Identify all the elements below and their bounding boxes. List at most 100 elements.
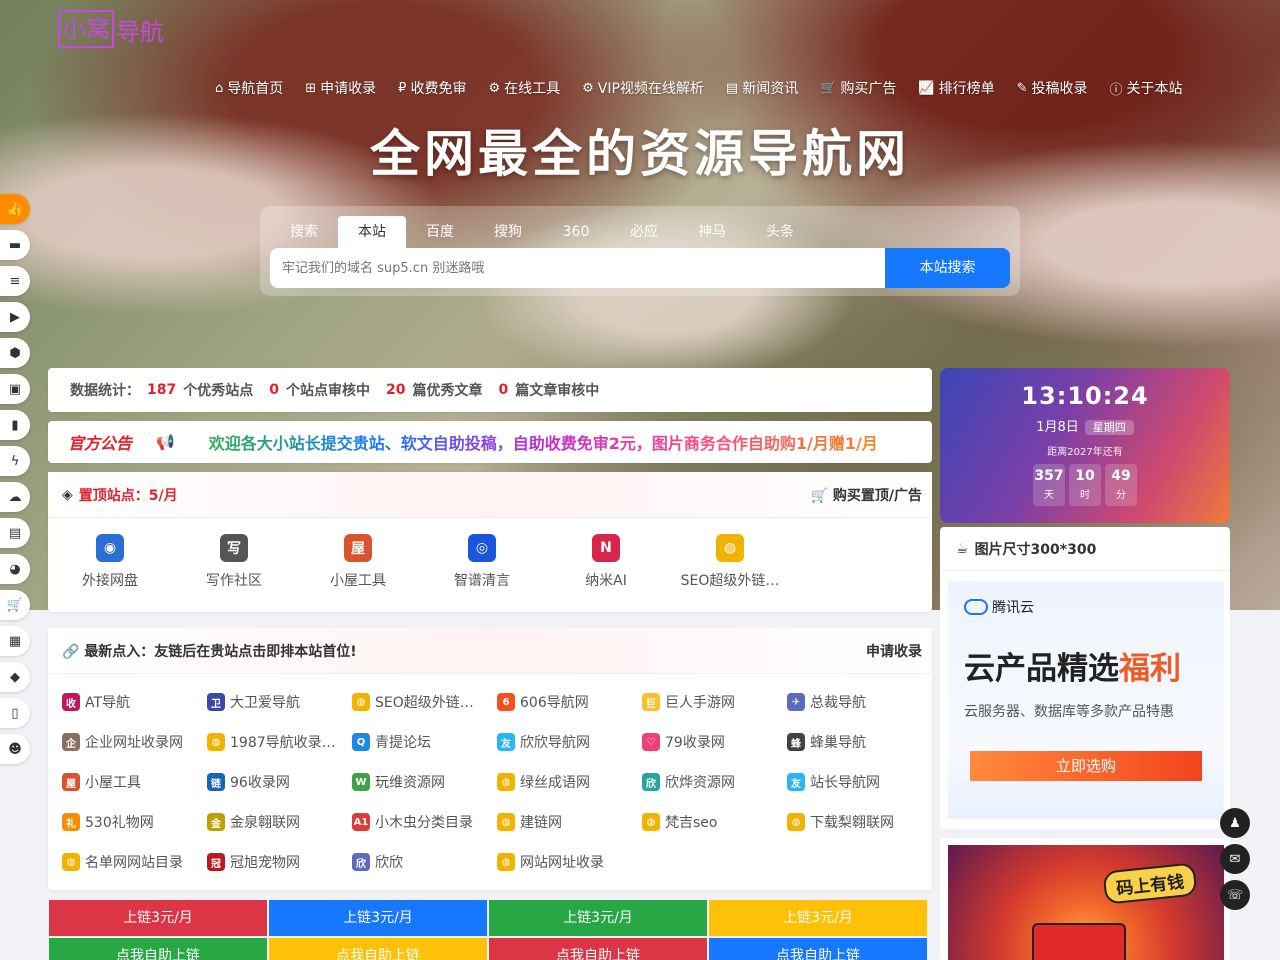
nav-item-2[interactable]: ₽ 收费免审 <box>398 78 466 98</box>
database-icon[interactable]: ≡ <box>0 266 30 296</box>
bookmark-icon[interactable]: ▮ <box>0 410 30 440</box>
tencent-cloud-ad[interactable]: 腾讯云 云产品精选福利 云服务器、数据库等多款产品特惠 立即选购 <box>948 581 1224 819</box>
cart-icon: 🛒 <box>820 80 837 96</box>
ad-button[interactable]: 上链3元/月 <box>709 900 927 936</box>
logo-text: 导航 <box>116 17 164 46</box>
site-logo[interactable]: 小窝 导航 <box>58 8 172 50</box>
latest-site-item[interactable]: 收 AT导航 <box>62 682 207 722</box>
ad-button[interactable]: 点我自助上链 <box>489 938 707 960</box>
ad-button[interactable]: 上链3元/月 <box>269 900 487 936</box>
latest-site-item[interactable]: W 玩维资源网 <box>352 762 497 802</box>
bolt-icon[interactable]: ϟ <box>0 446 30 476</box>
document-icon[interactable]: ▤ <box>0 518 30 548</box>
top-site-item[interactable]: ◉ 外接网盘 <box>48 534 172 590</box>
youtube-icon[interactable]: ▶ <box>0 302 30 332</box>
ad-button[interactable]: 上链3元/月 <box>49 900 267 936</box>
cloud-icon[interactable]: ☁ <box>0 482 30 512</box>
latest-site-item[interactable]: ◍ 梵吉seo <box>642 802 787 842</box>
search-tab-4[interactable]: 360 <box>542 216 610 248</box>
search-tab-6[interactable]: 神马 <box>678 216 746 248</box>
latest-site-item[interactable]: ◍ 名单网网站目录 <box>62 842 207 882</box>
home-icon: ⌂ <box>215 80 224 96</box>
search-tab-7[interactable]: 头条 <box>746 216 814 248</box>
latest-site-item[interactable]: 欣欣烨资源网 <box>642 762 787 802</box>
latest-site-item[interactable]: 卫大卫爱导航 <box>207 682 352 722</box>
buy-now-button[interactable]: 立即选购 <box>970 751 1202 781</box>
nav-item-label: 申请收录 <box>320 81 377 97</box>
latest-site-item[interactable]: 欣欣欣 <box>352 842 497 882</box>
latest-site-item[interactable]: 巨巨人手游网 <box>642 682 787 722</box>
latest-site-item[interactable]: 冠冠旭宠物网 <box>207 842 352 882</box>
ad-button[interactable]: 点我自助上链 <box>709 938 927 960</box>
ad-button[interactable]: 点我自助上链 <box>49 938 267 960</box>
latest-site-item[interactable]: ✈ 总裁导航 <box>787 682 932 722</box>
search-tab-0[interactable]: 搜索 <box>270 216 338 248</box>
image-icon[interactable]: ▣ <box>0 374 30 404</box>
clipboard-icon[interactable]: ▦ <box>0 626 30 656</box>
latest-site-item[interactable]: 友欣欣导航网 <box>497 722 642 762</box>
search-tab-1[interactable]: 本站 <box>338 216 406 248</box>
buy-top-link[interactable]: 🛒 购买置顶/广告 <box>811 485 922 505</box>
mail-icon[interactable]: ✉ <box>1220 844 1250 874</box>
latest-site-item[interactable]: ◍ 绿丝成语网 <box>497 762 642 802</box>
latest-site-item[interactable]: 屋小屋工具 <box>62 762 207 802</box>
top-site-item[interactable]: 写写作社区 <box>172 534 296 590</box>
wechat-icon[interactable]: ☏ <box>1220 880 1250 910</box>
promo-banner[interactable]: 码上有钱 <box>948 845 1224 960</box>
latest-site-label: 79收录网 <box>665 735 725 751</box>
latest-site-item[interactable]: ♡ 79收录网 <box>642 722 787 762</box>
top-site-item[interactable]: ◎ 智谱清言 <box>420 534 544 590</box>
latest-site-item[interactable]: ◍ 网站网址收录 <box>497 842 642 882</box>
latest-site-item[interactable]: 蜂蜂巢导航 <box>787 722 932 762</box>
gamepad-icon[interactable]: ◆ <box>0 662 30 692</box>
search-input[interactable] <box>270 248 886 288</box>
latest-site-item[interactable]: 金金泉翱联网 <box>207 802 352 842</box>
nav-item-1[interactable]: ⊞ 申请收录 <box>305 78 376 98</box>
book-icon[interactable]: ▯ <box>0 698 30 728</box>
ad-button[interactable]: 点我自助上链 <box>269 938 487 960</box>
latest-site-item[interactable]: 友站长导航网 <box>787 762 932 802</box>
file-icon[interactable]: ▬ <box>0 230 30 260</box>
qq-icon[interactable]: ♟ <box>1220 808 1250 838</box>
apply-link[interactable]: 申请收录 <box>866 641 922 661</box>
latest-site-item[interactable]: 链 96收录网 <box>207 762 352 802</box>
latest-site-item[interactable]: ◍ SEO超级外链… <box>352 682 497 722</box>
latest-site-item[interactable]: Q 青提论坛 <box>352 722 497 762</box>
site-favicon-icon: 礼 <box>62 813 80 831</box>
site-favicon-icon: ◉ <box>96 534 124 562</box>
thumbs-up-icon[interactable]: 👍 <box>0 194 30 224</box>
nav-item-5[interactable]: ▤ 新闻资讯 <box>726 78 798 98</box>
latest-site-item[interactable]: ◍ 1987导航收录… <box>207 722 352 762</box>
latest-site-label: 绿丝成语网 <box>520 775 590 791</box>
search-tab-2[interactable]: 百度 <box>406 216 474 248</box>
nav-item-6[interactable]: 🛒 购买广告 <box>820 78 896 98</box>
nav-item-4[interactable]: ⚙ VIP视频在线解析 <box>582 78 704 98</box>
latest-site-item[interactable]: 企企业网址收录网 <box>62 722 207 762</box>
ad-button[interactable]: 上链3元/月 <box>489 900 707 936</box>
top-site-item[interactable]: N 纳米AI <box>544 534 668 590</box>
latest-site-label: 大卫爱导航 <box>230 695 300 711</box>
pie-icon[interactable]: ◕ <box>0 554 30 584</box>
latest-site-item[interactable]: ◍ 建链网 <box>497 802 642 842</box>
cart-icon[interactable]: 🛒 <box>0 590 30 620</box>
latest-site-item[interactable]: 6 606导航网 <box>497 682 642 722</box>
site-favicon-icon: Q <box>352 733 370 751</box>
latest-site-item[interactable]: A1 小木虫分类目录 <box>352 802 497 842</box>
nav-item-3[interactable]: ⚙ 在线工具 <box>488 78 560 98</box>
hours-label: 时 <box>1080 490 1090 501</box>
search-button[interactable]: 本站搜索 <box>885 248 1010 288</box>
nav-item-0[interactable]: ⌂ 导航首页 <box>215 78 283 98</box>
cube-icon[interactable]: ⬢ <box>0 338 30 368</box>
snapchat-icon[interactable]: ☻ <box>0 734 30 764</box>
latest-site-item[interactable]: ◍ 下载梨翱联网 <box>787 802 932 842</box>
nav-item-7[interactable]: 📈 排行榜单 <box>918 78 994 98</box>
latest-site-item[interactable]: 礼 530礼物网 <box>62 802 207 842</box>
search-tab-3[interactable]: 搜狗 <box>474 216 542 248</box>
top-site-item[interactable]: 屋小屋工具 <box>296 534 420 590</box>
top-site-item[interactable]: ◍ SEO超级外链… <box>668 534 792 590</box>
nav-item-9[interactable]: ⓘ 关于本站 <box>1110 78 1183 98</box>
notice-marquee[interactable]: 欢迎各大小站长提交贵站、软文自助投稿，自助收费免审2元，图片商务合作自助购1/月… <box>209 430 878 454</box>
site-favicon-icon: 收 <box>62 693 80 711</box>
search-tab-5[interactable]: 必应 <box>610 216 678 248</box>
nav-item-8[interactable]: ✎ 投稿收录 <box>1017 78 1088 98</box>
